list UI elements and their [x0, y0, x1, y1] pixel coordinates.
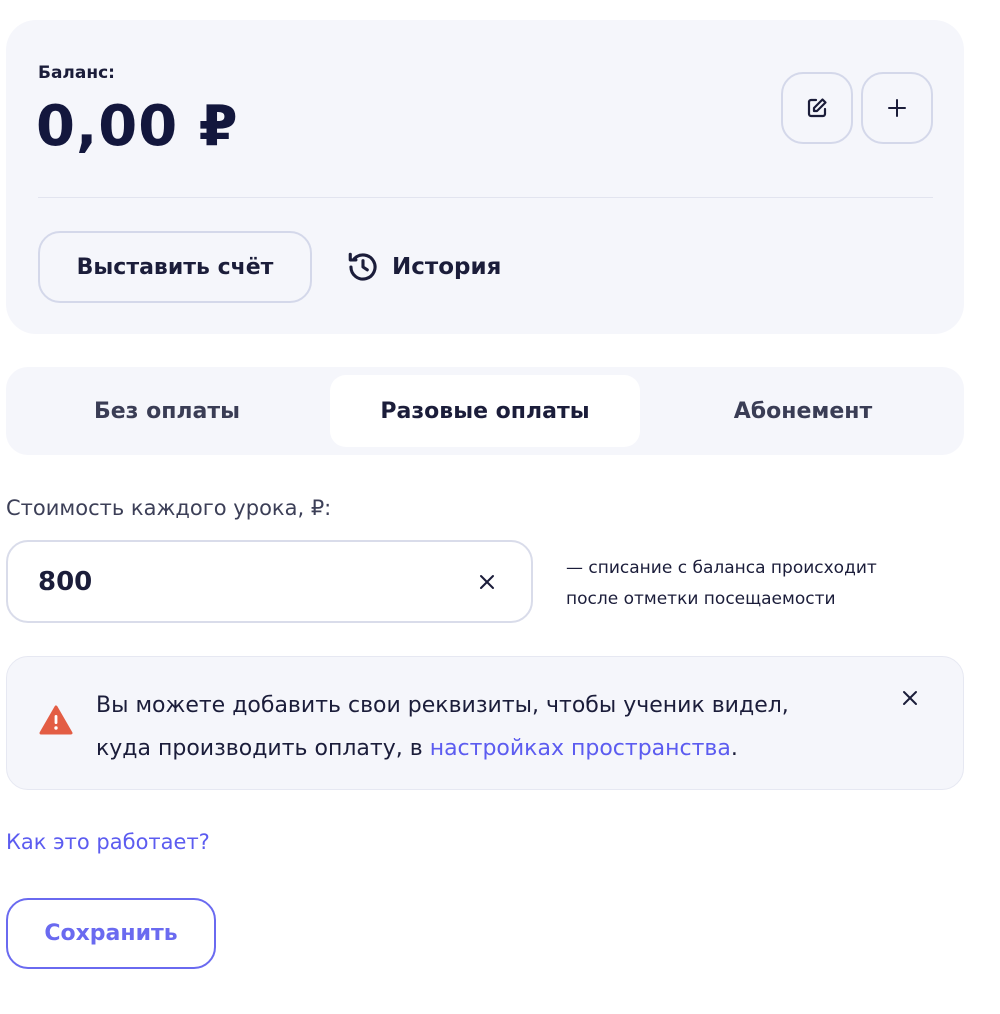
lesson-cost-value: 800 — [38, 566, 93, 597]
settings-link[interactable]: настройках пространства — [430, 736, 731, 761]
balance-label: Баланс: — [38, 63, 115, 83]
plus-icon — [888, 99, 906, 117]
how-it-works-link[interactable]: Как это работает? — [6, 830, 210, 854]
tab-no-payment[interactable]: Без оплаты — [12, 375, 322, 447]
requisites-alert: Вы можете добавить свои реквизиты, чтобы… — [6, 656, 964, 790]
balance-card: Баланс: 0,00 ₽ Выставить счёт История — [6, 20, 964, 334]
alert-close-icon[interactable] — [901, 689, 923, 711]
tab-subscription[interactable]: Абонемент — [648, 375, 958, 447]
save-button[interactable]: Сохранить — [6, 898, 216, 969]
payment-type-tabs: Без оплаты Разовые оплаты Абонемент — [6, 367, 964, 455]
issue-invoice-button[interactable]: Выставить счёт — [38, 231, 312, 303]
lesson-cost-label: Стоимость каждого урока, ₽: — [6, 496, 332, 520]
warning-icon — [39, 705, 73, 735]
cost-hint-line2: после отметки посещаемости — [566, 589, 836, 609]
add-balance-button[interactable] — [861, 72, 933, 144]
balance-amount: 0,00 ₽ — [36, 94, 239, 159]
clear-icon[interactable] — [475, 570, 499, 594]
alert-text-line1: Вы можете добавить свои реквизиты, чтобы… — [96, 693, 789, 718]
payment-settings-page: Баланс: 0,00 ₽ Выставить счёт История Бе — [0, 0, 1000, 1014]
edit-balance-button[interactable] — [781, 72, 853, 144]
tab-one-time-payments[interactable]: Разовые оплаты — [330, 375, 640, 447]
history-clock-icon — [348, 252, 377, 281]
alert-text-line2: куда производить оплату, в настройках пр… — [96, 736, 738, 761]
history-link[interactable]: История — [346, 247, 501, 287]
cost-hint: — списание с баланса происходит после от… — [566, 553, 986, 615]
history-label: История — [392, 254, 502, 280]
divider — [38, 197, 933, 198]
cost-hint-line1: — списание с баланса происходит — [566, 558, 877, 578]
alert-text: Вы можете добавить свои реквизиты, чтобы… — [96, 684, 876, 770]
edit-icon — [807, 98, 827, 118]
lesson-cost-input[interactable]: 800 — [6, 540, 533, 623]
